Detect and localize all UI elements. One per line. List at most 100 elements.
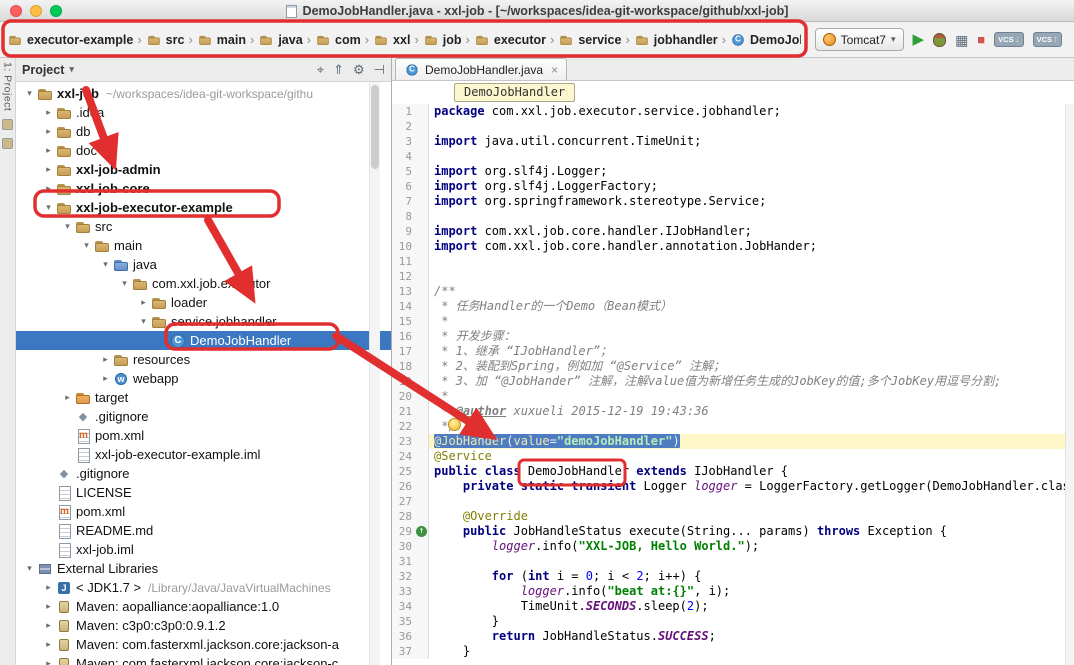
tree-toggle-icon[interactable]: ▸ [41, 582, 56, 593]
code-line-9[interactable]: 9import com.xxl.job.core.handler.IJobHan… [392, 224, 1074, 239]
tree-item-maven-com-fasterxml-jackson-core-jackson-c[interactable]: ▸Maven: com.fasterxml.jackson.core:jacks… [16, 654, 391, 665]
hide-panel-icon[interactable]: ⊣ [374, 62, 385, 78]
tree-toggle-icon[interactable]: ▸ [41, 145, 56, 156]
breadcrumb-item-com[interactable]: com [314, 31, 362, 49]
code-line-1[interactable]: 1package com.xxl.job.executor.service.jo… [392, 104, 1074, 119]
tree-scrollbar-thumb[interactable] [371, 85, 379, 169]
tree-item-xxl-job[interactable]: ▾xxl-job~/workspaces/idea-git-workspace/… [16, 84, 391, 103]
tree-item-main[interactable]: ▾main [16, 236, 391, 255]
tree-toggle-icon[interactable]: ▾ [117, 278, 132, 289]
tree-item-gitignore[interactable]: .gitignore [16, 464, 391, 483]
code-line-19[interactable]: 19 * 3、加 “@JobHander” 注解，注解value值为新增任务生成… [392, 374, 1074, 389]
tree-item-maven-aopalliance-aopalliance-1-0[interactable]: ▸Maven: aopalliance:aopalliance:1.0 [16, 597, 391, 616]
breadcrumb-item-jobhandler[interactable]: jobhandler [633, 31, 719, 49]
code-line-23[interactable]: 23@JobHander(value="demoJobHandler") [392, 434, 1074, 449]
breadcrumb-item-java[interactable]: java [257, 31, 303, 49]
tree-item-license[interactable]: LICENSE [16, 483, 391, 502]
code-line-15[interactable]: 15 * [392, 314, 1074, 329]
breadcrumb-item-service[interactable]: service [557, 31, 622, 49]
project-view-selector[interactable]: Project ▾ [22, 63, 74, 77]
code-line-18[interactable]: 18 * 2、装配到Spring，例如加 “@Service” 注解； [392, 359, 1074, 374]
tree-item-demojobhandler[interactable]: DemoJobHandler [16, 331, 391, 350]
tree-item-xxl-job-executor-example[interactable]: ▾xxl-job-executor-example [16, 198, 391, 217]
tree-toggle-icon[interactable]: ▸ [41, 107, 56, 118]
code-line-7[interactable]: 7import org.springframework.stereotype.S… [392, 194, 1074, 209]
tree-toggle-icon[interactable]: ▸ [41, 620, 56, 631]
tree-toggle-icon[interactable]: ▸ [41, 658, 56, 665]
breadcrumb-item-executor-example[interactable]: executor-example [6, 31, 134, 49]
tree-item-resources[interactable]: ▸resources [16, 350, 391, 369]
tree-item-readme-md[interactable]: README.md [16, 521, 391, 540]
code-line-20[interactable]: 20 * [392, 389, 1074, 404]
code-line-29[interactable]: 29 public JobHandleStatus execute(String… [392, 524, 1074, 539]
run-configuration-select[interactable]: Tomcat7 ▾ [815, 28, 904, 51]
code-line-37[interactable]: 37 } [392, 644, 1074, 659]
vcs-commit-button[interactable]: VCS ↑ [1033, 32, 1062, 47]
tree-item-gitignore[interactable]: .gitignore [16, 407, 391, 426]
code-line-13[interactable]: 13/** [392, 284, 1074, 299]
code-line-14[interactable]: 14 * 任务Handler的一个Demo（Bean模式） [392, 299, 1074, 314]
tree-item-db[interactable]: ▸db [16, 122, 391, 141]
vcs-update-button[interactable]: VCS ↓ [994, 32, 1023, 47]
tree-toggle-icon[interactable]: ▸ [41, 601, 56, 612]
code-line-22[interactable]: 22 */ [392, 419, 1074, 434]
tree-item-xxl-job-admin[interactable]: ▸xxl-job-admin [16, 160, 391, 179]
code-line-4[interactable]: 4 [392, 149, 1074, 164]
tree-item-xxl-job-core[interactable]: ▸xxl-job-core [16, 179, 391, 198]
code-line-2[interactable]: 2 [392, 119, 1074, 134]
breadcrumb-item-job[interactable]: job [422, 31, 463, 49]
coverage-button[interactable]: ▦ [955, 33, 968, 47]
tree-item-maven-com-fasterxml-jackson-core-jackson-a[interactable]: ▸Maven: com.fasterxml.jackson.core:jacks… [16, 635, 391, 654]
tree-item-doc[interactable]: ▸doc [16, 141, 391, 160]
locate-icon[interactable]: ⌖ [317, 62, 324, 78]
code-line-17[interactable]: 17 * 1、继承 “IJobHandler”； [392, 344, 1074, 359]
code-line-28[interactable]: 28 @Override [392, 509, 1074, 524]
stop-button[interactable]: ■ [977, 33, 985, 47]
code-line-24[interactable]: 24@Service [392, 449, 1074, 464]
tree-toggle-icon[interactable]: ▾ [98, 259, 113, 270]
breadcrumb-item-executor[interactable]: executor [473, 31, 547, 49]
tree-item-jdk1-7[interactable]: ▸< JDK1.7 >/Library/Java/JavaVirtualMach… [16, 578, 391, 597]
editor-tab-demojobhandler[interactable]: DemoJobHandler.java × [395, 58, 567, 80]
run-button[interactable]: ▶ [913, 33, 925, 47]
tree-item-pom-xml[interactable]: pom.xml [16, 426, 391, 445]
tree-toggle-icon[interactable]: ▸ [41, 164, 56, 175]
tool-window-icon[interactable] [2, 119, 13, 130]
tree-item-java[interactable]: ▾java [16, 255, 391, 274]
code-line-11[interactable]: 11 [392, 254, 1074, 269]
breadcrumb-item-xxl[interactable]: xxl [372, 31, 411, 49]
override-marker-icon[interactable] [416, 526, 427, 537]
tree-item-xxl-job-executor-example-iml[interactable]: xxl-job-executor-example.iml [16, 445, 391, 464]
code-line-36[interactable]: 36 return JobHandleStatus.SUCCESS; [392, 629, 1074, 644]
code-line-27[interactable]: 27 [392, 494, 1074, 509]
tree-toggle-icon[interactable]: ▸ [60, 392, 75, 403]
code-line-31[interactable]: 31 [392, 554, 1074, 569]
tree-toggle-icon[interactable]: ▾ [79, 240, 94, 251]
tree-scrollbar[interactable] [369, 82, 380, 665]
code-line-10[interactable]: 10import com.xxl.job.core.handler.annota… [392, 239, 1074, 254]
collapse-all-icon[interactable]: ⇑ [333, 62, 344, 78]
close-tab-icon[interactable]: × [551, 63, 558, 77]
code-line-8[interactable]: 8 [392, 209, 1074, 224]
tree-toggle-icon[interactable]: ▾ [136, 316, 151, 327]
tree-toggle-icon[interactable]: ▾ [60, 221, 75, 232]
code-line-34[interactable]: 34 TimeUnit.SECONDS.sleep(2); [392, 599, 1074, 614]
tree-toggle-icon[interactable]: ▸ [136, 297, 151, 308]
tree-toggle-icon[interactable]: ▾ [22, 563, 37, 574]
tree-item-com-xxl-job-executor[interactable]: ▾com.xxl.job.executor [16, 274, 391, 293]
code-line-25[interactable]: 25public class DemoJobHandler extends IJ… [392, 464, 1074, 479]
code-line-16[interactable]: 16 * 开发步骤： [392, 329, 1074, 344]
settings-gear-icon[interactable]: ⚙ [353, 62, 365, 78]
tree-toggle-icon[interactable]: ▾ [41, 202, 56, 213]
breadcrumb-item-src[interactable]: src [145, 31, 186, 49]
code-line-32[interactable]: 32 for (int i = 0; i < 2; i++) { [392, 569, 1074, 584]
editor-scrollbar[interactable] [1065, 104, 1074, 665]
tree-toggle-icon[interactable]: ▸ [41, 639, 56, 650]
tree-item-external-libraries[interactable]: ▾External Libraries [16, 559, 391, 578]
code-line-21[interactable]: 21 * @author xuxueli 2015-12-19 19:43:36 [392, 404, 1074, 419]
tool-window-icon[interactable] [2, 138, 13, 149]
code-line-26[interactable]: 26 private static transient Logger logge… [392, 479, 1074, 494]
breadcrumb-item-main[interactable]: main [196, 31, 247, 49]
tree-item-xxl-job-iml[interactable]: xxl-job.iml [16, 540, 391, 559]
tree-item-idea[interactable]: ▸.idea [16, 103, 391, 122]
